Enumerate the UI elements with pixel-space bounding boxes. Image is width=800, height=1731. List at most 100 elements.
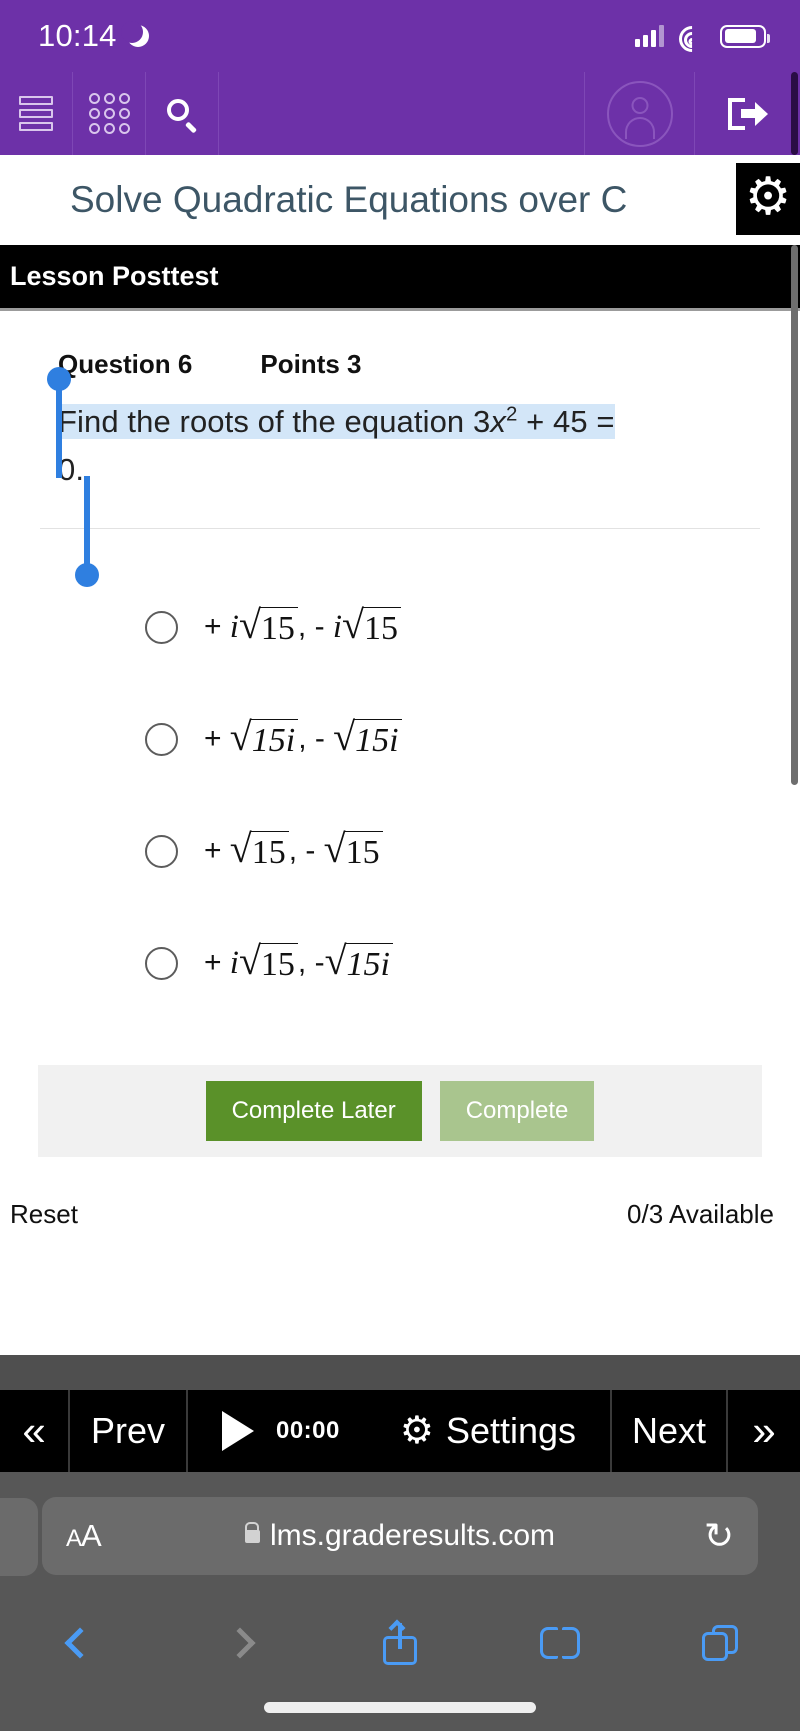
battery-icon (720, 24, 770, 48)
question-text-part2: + 45 = (517, 404, 615, 439)
question-text-variable: x (490, 404, 506, 439)
adjacent-tab-peek[interactable] (0, 1498, 38, 1576)
back-button[interactable] (0, 1627, 160, 1659)
lesson-player-toolbar: « Prev 00:00 ⚙ Settings Next » (0, 1390, 800, 1472)
lock-icon (244, 1529, 260, 1543)
nav-spacer (219, 72, 585, 155)
attempts-available-label: 0/3 Available (627, 1199, 774, 1230)
selection-handle-start[interactable] (47, 367, 71, 478)
home-indicator (264, 1702, 536, 1713)
answer-option-2[interactable]: + √ 15i, - √ 15i (0, 683, 800, 795)
last-page-button[interactable]: » (728, 1390, 800, 1472)
player-controls-group: 00:00 ⚙ Settings (188, 1390, 612, 1472)
radio-button-4[interactable] (145, 946, 178, 980)
bookmarks-button[interactable] (480, 1627, 640, 1659)
page-scrollbar[interactable] (791, 245, 798, 785)
crescent-moon-icon (120, 21, 149, 47)
address-bar[interactable]: AA lms.graderesults.com ↻ (42, 1497, 758, 1575)
lesson-section-label: Lesson Posttest (10, 261, 219, 291)
settings-gear-button[interactable] (736, 163, 800, 235)
share-icon (383, 1619, 417, 1665)
opt1-sep: , - (297, 610, 325, 644)
text-size-small-a: A (66, 1525, 82, 1552)
page-title: Solve Quadratic Equations over C (70, 179, 628, 220)
answer-options-list: + i √ 15, - i √ 15 + √ 15i, - √ 15i + √ 15, - √… (0, 571, 800, 1019)
opt1-radicand1: 15 (258, 606, 298, 647)
player-time-label: 00:00 (275, 1417, 340, 1444)
ios-status-bar: 10:14 (0, 0, 800, 72)
book-icon (540, 1627, 580, 1659)
opt2-sep: , - (298, 722, 325, 756)
play-control-group[interactable]: 00:00 (221, 1411, 340, 1451)
question-text-part1: Find the roots of the equation 3 (58, 404, 491, 439)
complete-button[interactable]: Complete (439, 1081, 595, 1142)
text-size-large-a: A (81, 1518, 102, 1553)
opt4-sep: , - (297, 946, 325, 980)
opt4-radicand2: 15i (344, 942, 393, 983)
answer-option-1-label: + i √ 15, - i √ 15 (204, 605, 401, 647)
app-grid-button[interactable] (73, 72, 146, 155)
search-button[interactable] (146, 72, 219, 155)
opt3-radicand1: 15 (249, 830, 289, 871)
logout-icon (727, 97, 768, 130)
complete-later-button[interactable]: Complete Later (205, 1081, 422, 1142)
text-size-button[interactable]: AA (66, 1518, 102, 1554)
player-settings-label: Settings (445, 1410, 577, 1451)
cellular-signal-icon (635, 25, 664, 47)
page-title-bar: Solve Quadratic Equations over C (0, 155, 800, 245)
logout-button[interactable] (695, 72, 800, 155)
opt4-sign: + (204, 946, 222, 980)
question-text-exponent: 2 (505, 402, 518, 426)
opt3-sign: + (204, 834, 222, 868)
opt1-coef1: i (229, 608, 239, 645)
opt1-sign: + (204, 610, 222, 644)
opt1-radicand2: 15 (361, 606, 401, 647)
question-text-wrap: Find the roots of the equation 3x2 + 45 … (47, 367, 742, 587)
answer-option-4[interactable]: + i √ 15, - √ 15i (0, 907, 800, 1019)
reload-button[interactable]: ↻ (704, 1515, 734, 1557)
opt2-radicand2: 15i (353, 718, 402, 759)
app-grid-icon (88, 93, 130, 134)
user-avatar-button[interactable] (585, 72, 695, 155)
opt2-radicand1: 15i (249, 718, 299, 759)
selection-handle-end[interactable] (75, 476, 99, 587)
question-content-area: Question 6 Points 3 Find the roots of th… (0, 308, 800, 1355)
answer-option-1[interactable]: + i √ 15, - i √ 15 (0, 571, 800, 683)
radio-button-1[interactable] (145, 610, 178, 644)
opt3-radicand2: 15 (343, 830, 383, 871)
question-header: Question 6 Points 3 (0, 311, 800, 380)
nav-scrollbar[interactable] (791, 72, 798, 155)
radio-button-2[interactable] (145, 722, 178, 756)
page-header-wrap: Solve Quadratic Equations over C Lesson … (0, 155, 800, 785)
address-bar-center: lms.graderesults.com (42, 1519, 758, 1553)
player-settings-button[interactable]: ⚙ Settings (400, 1410, 576, 1452)
safari-toolbar (0, 1600, 800, 1686)
first-page-button[interactable]: « (0, 1390, 70, 1472)
hamburger-menu-icon (19, 96, 53, 131)
status-bar-time-group: 10:14 (38, 18, 149, 54)
question-footer-meta: Reset 0/3 Available (0, 1157, 800, 1230)
reset-link[interactable]: Reset (10, 1199, 78, 1230)
prev-button[interactable]: Prev (70, 1390, 188, 1472)
gear-icon: ⚙ (399, 1410, 434, 1452)
next-button[interactable]: Next (612, 1390, 728, 1472)
radio-button-3[interactable] (145, 834, 178, 868)
play-icon[interactable] (221, 1411, 254, 1451)
answer-option-2-label: + √ 15i, - √ 15i (204, 717, 402, 759)
question-divider (40, 528, 760, 530)
search-icon (167, 98, 198, 134)
share-button[interactable] (320, 1619, 480, 1665)
user-avatar-icon (606, 80, 673, 147)
safari-browser-chrome: AA lms.graderesults.com ↻ (0, 1472, 800, 1731)
answer-option-3[interactable]: + √ 15, - √ 15 (0, 795, 800, 907)
url-text: lms.graderesults.com (269, 1519, 556, 1552)
hamburger-menu-button[interactable] (0, 72, 73, 155)
lms-top-navigation (0, 72, 800, 155)
tabs-button[interactable] (640, 1625, 800, 1661)
status-bar-indicators (635, 20, 770, 58)
question-text[interactable]: Find the roots of the equation 3x2 + 45 … (58, 398, 742, 494)
opt4-coef1: i (229, 944, 239, 981)
opt1-coef2: i (332, 608, 342, 645)
forward-button[interactable] (160, 1627, 320, 1659)
question-points-label: Points 3 (260, 349, 362, 379)
